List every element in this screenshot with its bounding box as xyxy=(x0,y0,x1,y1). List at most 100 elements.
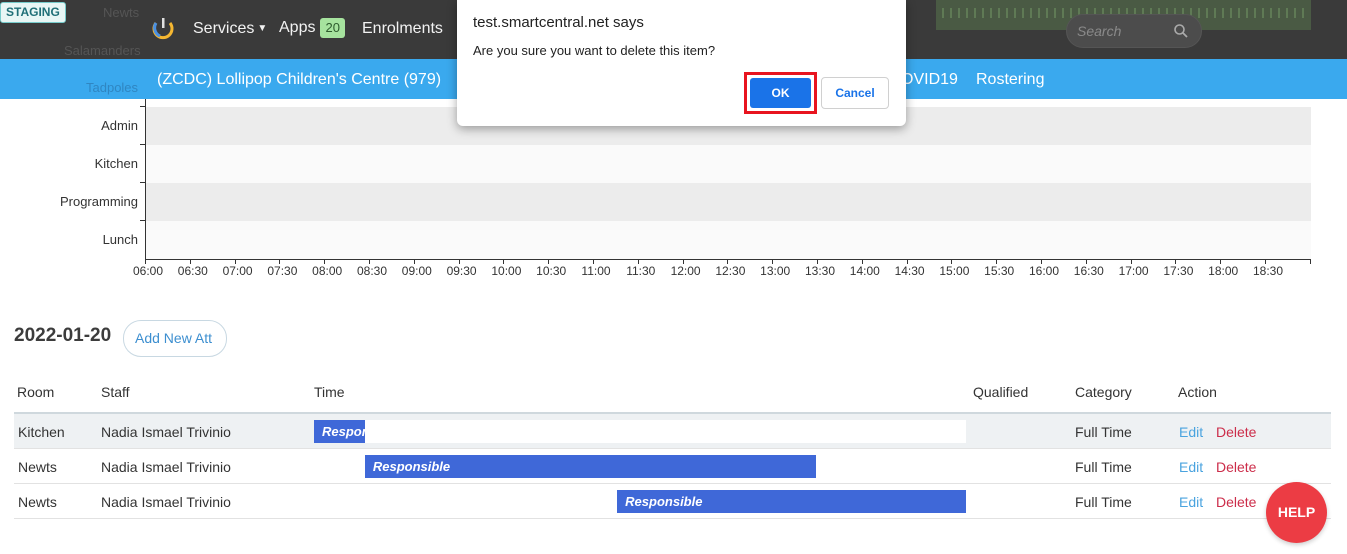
time-bar[interactable]: Responsible xyxy=(617,490,966,513)
header-strip-tick xyxy=(1222,8,1224,18)
nav-enrolments[interactable]: Enrolments xyxy=(362,19,443,39)
header-strip-tick xyxy=(1238,8,1240,18)
x-axis-tick-label: 12:30 xyxy=(715,264,746,278)
header-strip-tick xyxy=(1030,8,1032,18)
y-axis-tick xyxy=(140,144,146,145)
x-axis-tick-label: 15:30 xyxy=(984,264,1015,278)
timeline-row xyxy=(146,183,1311,221)
header-strip-tick xyxy=(966,8,968,18)
help-button[interactable]: HELP xyxy=(1266,482,1327,543)
timeline-row xyxy=(146,145,1311,183)
centre-selector[interactable]: (ZCDC) Lollipop Children's Centre (979) xyxy=(157,70,441,90)
edit-link[interactable]: Edit xyxy=(1179,424,1203,440)
header-strip-tick xyxy=(1198,8,1200,18)
chevron-down-icon: ▼ xyxy=(257,23,268,34)
header-strip-tick xyxy=(974,8,976,18)
header-strip-tick xyxy=(1230,8,1232,18)
nav-apps[interactable]: Apps 20 xyxy=(279,18,345,38)
header-strip-tick xyxy=(950,8,952,18)
staging-badge: STAGING xyxy=(0,2,66,23)
x-axis-tick-label: 11:00 xyxy=(581,264,611,278)
apps-count-badge: 20 xyxy=(320,18,345,38)
search-icon[interactable] xyxy=(1173,23,1189,39)
header-strip-tick xyxy=(1062,8,1064,18)
header-strip-tick xyxy=(1246,8,1248,18)
edit-link[interactable]: Edit xyxy=(1179,459,1203,475)
cell-room: Kitchen xyxy=(18,424,65,440)
ok-button[interactable]: OK xyxy=(750,78,811,108)
x-axis-tick-label: 09:00 xyxy=(401,264,432,278)
time-track: Responsible xyxy=(314,455,966,478)
x-axis-tick-label: 16:30 xyxy=(1073,264,1104,278)
column-header-time: Time xyxy=(314,384,345,400)
nav-covid19[interactable]: OVID19 xyxy=(901,70,958,90)
header-strip-tick xyxy=(1214,8,1216,18)
time-track: Responsible xyxy=(314,490,966,513)
x-axis-tick-label: 13:00 xyxy=(760,264,791,278)
nav-rostering[interactable]: Rostering xyxy=(976,70,1044,90)
edit-link[interactable]: Edit xyxy=(1179,494,1203,510)
header-strip-tick xyxy=(1294,8,1296,18)
header-strip-tick xyxy=(1270,8,1272,18)
delete-link[interactable]: Delete xyxy=(1216,494,1256,510)
timeline-row-label: Admin xyxy=(101,118,138,133)
header-strip-tick xyxy=(1286,8,1288,18)
dialog-message: Are you sure you want to delete this ite… xyxy=(473,43,716,58)
header-strip-tick xyxy=(958,8,960,18)
nav-services-label: Services xyxy=(193,20,255,37)
x-axis-tick-label: 18:00 xyxy=(1208,264,1239,278)
attendance-date-title: 2022-01-20 xyxy=(14,325,112,346)
cell-room: Newts xyxy=(18,494,57,510)
time-track: Responsible xyxy=(314,420,966,443)
cell-staff: Nadia Ismael Trivinio xyxy=(101,494,231,510)
roster-timeline: Admin Kitchen Programming Lunch 06:00 06:30 07… xyxy=(0,99,1347,284)
header-strip-tick xyxy=(998,8,1000,18)
y-axis-tick xyxy=(140,220,146,221)
nav-services[interactable]: Services ▼ xyxy=(193,19,267,39)
x-axis-tick-label: 12:00 xyxy=(670,264,701,278)
y-axis-tick xyxy=(140,182,146,183)
header-strip-tick xyxy=(1054,8,1056,18)
column-header-room: Room xyxy=(17,384,55,400)
table-row: Kitchen Nadia Ismael Trivinio Responsible F… xyxy=(14,414,1331,449)
x-axis-tick-label: 15:00 xyxy=(939,264,970,278)
search-input[interactable]: Search xyxy=(1066,14,1202,48)
y-axis-tick xyxy=(140,106,146,107)
timeline-row xyxy=(146,221,1311,259)
delete-link[interactable]: Delete xyxy=(1216,424,1256,440)
x-axis-tick-label: 07:00 xyxy=(222,264,253,278)
x-axis-tick-label: 10:30 xyxy=(536,264,567,278)
table-row: Newts Nadia Ismael Trivinio Responsible Ful… xyxy=(14,449,1331,484)
ghost-label: Salamanders xyxy=(64,43,141,58)
x-axis-tick-label: 10:00 xyxy=(491,264,522,278)
delete-link[interactable]: Delete xyxy=(1216,459,1256,475)
x-axis-tick-label: 18:30 xyxy=(1252,264,1284,278)
x-axis-tick xyxy=(1310,259,1311,264)
header-strip-tick xyxy=(1278,8,1280,18)
time-bar[interactable]: Responsible xyxy=(314,420,365,443)
x-axis-tick-label: 06:00 xyxy=(132,264,164,278)
x-axis-tick-label: 07:30 xyxy=(267,264,298,278)
x-axis-tick-label: 11:30 xyxy=(626,264,656,278)
timeline-row-label: Kitchen xyxy=(94,156,138,171)
time-bar[interactable]: Responsible xyxy=(364,455,817,478)
table-row: Newts Nadia Ismael Trivinio Responsible Ful… xyxy=(14,484,1331,519)
header-strip-tick xyxy=(1014,8,1016,18)
header-strip-tick xyxy=(1038,8,1040,18)
column-header-staff: Staff xyxy=(101,384,130,400)
x-axis-tick-label: 16:00 xyxy=(1028,264,1060,278)
ok-button-highlight: OK xyxy=(744,72,817,114)
header-strip-tick xyxy=(942,8,944,18)
header-strip-tick xyxy=(1262,8,1264,18)
header-strip-tick xyxy=(1302,8,1304,18)
header-strip-tick xyxy=(1006,8,1008,18)
column-header-action: Action xyxy=(1178,384,1217,400)
confirm-dialog: test.smartcentral.net says Are you sure … xyxy=(457,0,906,126)
header-strip-tick xyxy=(1206,8,1208,18)
x-axis-tick-label: 17:00 xyxy=(1118,264,1149,278)
app-logo-icon[interactable] xyxy=(152,16,174,40)
x-axis-tick-label: 08:30 xyxy=(356,264,388,278)
x-axis-tick-label: 06:30 xyxy=(177,264,208,278)
add-new-attendance-button[interactable]: Add New Att xyxy=(123,320,227,357)
cancel-button[interactable]: Cancel xyxy=(821,77,889,109)
